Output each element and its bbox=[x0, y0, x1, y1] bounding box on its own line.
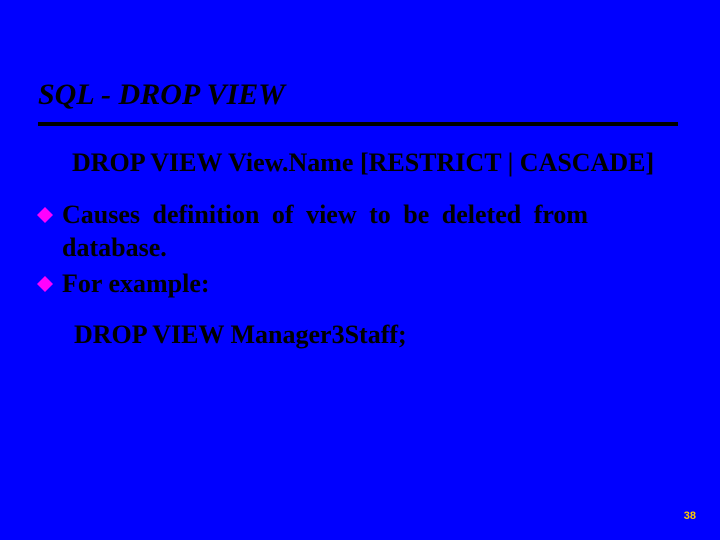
bullet-text: For example: bbox=[62, 267, 670, 300]
bullet-line-2: database. bbox=[62, 233, 167, 262]
bullet-text: Causes definition of view to be deleted … bbox=[62, 198, 670, 265]
diamond-bullet-icon bbox=[36, 206, 54, 224]
bullet-line-1: Causes definition of view to be deleted … bbox=[62, 200, 588, 229]
title-area: SQL - DROP VIEW bbox=[0, 0, 720, 126]
diamond-bullet-icon bbox=[36, 275, 54, 293]
syntax-statement: DROP VIEW View.Name [RESTRICT | CASCADE] bbox=[72, 148, 670, 178]
list-item: For example: bbox=[36, 267, 670, 300]
page-number: 38 bbox=[684, 510, 696, 522]
slide-container: SQL - DROP VIEW DROP VIEW View.Name [RES… bbox=[0, 0, 720, 540]
bullet-list: Causes definition of view to be deleted … bbox=[72, 198, 670, 300]
example-statement: DROP VIEW Manager3Staff; bbox=[74, 320, 670, 350]
slide-title: SQL - DROP VIEW bbox=[38, 78, 720, 120]
content-area: DROP VIEW View.Name [RESTRICT | CASCADE]… bbox=[0, 126, 720, 350]
list-item: Causes definition of view to be deleted … bbox=[36, 198, 670, 265]
